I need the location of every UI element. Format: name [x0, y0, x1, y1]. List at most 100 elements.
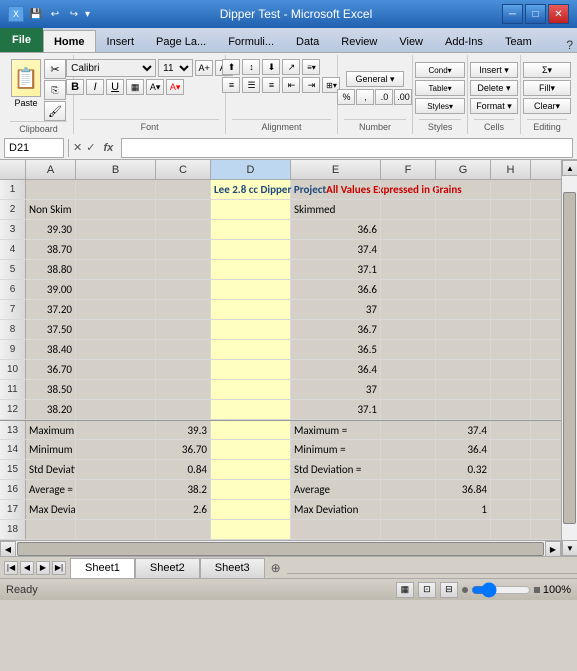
cell-d6[interactable] [211, 280, 291, 299]
cell-d1[interactable]: Lee 2.8 cc Dipper Project All Values Exp… [211, 180, 291, 199]
cell-c8[interactable] [156, 320, 211, 339]
cell-b12[interactable] [76, 400, 156, 419]
cell-e16[interactable]: Average [291, 480, 381, 499]
scroll-down-button[interactable]: ▼ [562, 540, 577, 556]
percent-button[interactable]: % [337, 89, 355, 105]
cell-h2[interactable] [491, 200, 531, 219]
cell-c4[interactable] [156, 240, 211, 259]
cell-d16[interactable] [211, 480, 291, 499]
cut-button[interactable]: ✂ [44, 59, 66, 79]
align-bottom-button[interactable]: ⬇ [262, 59, 280, 75]
vertical-scrollbar[interactable]: ▲ ▼ [561, 160, 577, 556]
cell-e12[interactable]: 37.1 [291, 400, 381, 419]
cell-d4[interactable] [211, 240, 291, 259]
col-header-e[interactable]: E [291, 160, 381, 179]
cell-g8[interactable] [436, 320, 491, 339]
copy-button[interactable]: ⎘ [44, 80, 66, 100]
first-sheet-button[interactable]: |◀ [4, 561, 18, 575]
tab-addins[interactable]: Add-Ins [434, 30, 494, 52]
cell-c11[interactable] [156, 380, 211, 399]
cell-h3[interactable] [491, 220, 531, 239]
cell-a7[interactable]: 37.20 [26, 300, 76, 319]
page-layout-view-button[interactable]: ⊡ [418, 582, 436, 598]
cell-b7[interactable] [76, 300, 156, 319]
cell-e7[interactable]: 37 [291, 300, 381, 319]
cell-b13[interactable] [76, 421, 156, 439]
cell-c15[interactable]: 0.84 [156, 460, 211, 479]
cell-c3[interactable] [156, 220, 211, 239]
cell-a10[interactable]: 36.70 [26, 360, 76, 379]
cell-g18[interactable] [436, 520, 491, 539]
cell-f6[interactable] [381, 280, 436, 299]
cell-c16[interactable]: 38.2 [156, 480, 211, 499]
cell-h8[interactable] [491, 320, 531, 339]
cell-h13[interactable] [491, 421, 531, 439]
cell-f1[interactable] [381, 180, 436, 199]
cell-f11[interactable] [381, 380, 436, 399]
cell-b16[interactable] [76, 480, 156, 499]
cell-b11[interactable] [76, 380, 156, 399]
decrease-indent-button[interactable]: ⇤ [282, 77, 300, 93]
tab-view[interactable]: View [388, 30, 434, 52]
cell-g17[interactable]: 1 [436, 500, 491, 519]
cell-g4[interactable] [436, 240, 491, 259]
col-header-a[interactable]: A [26, 160, 76, 179]
cell-d9[interactable] [211, 340, 291, 359]
redo-button[interactable]: ↪ [66, 7, 82, 21]
cell-c7[interactable] [156, 300, 211, 319]
h-scroll-thumb[interactable] [17, 542, 544, 556]
cell-h6[interactable] [491, 280, 531, 299]
format-button[interactable]: Format ▾ [470, 98, 518, 114]
cell-h4[interactable] [491, 240, 531, 259]
cell-b4[interactable] [76, 240, 156, 259]
tab-page-layout[interactable]: Page La... [145, 30, 217, 52]
cell-e14[interactable]: Minimum = [291, 440, 381, 459]
cell-c18[interactable] [156, 520, 211, 539]
cell-d14[interactable] [211, 440, 291, 459]
cell-e11[interactable]: 37 [291, 380, 381, 399]
scroll-right-button[interactable]: ▶ [545, 541, 561, 556]
cell-d2[interactable] [211, 200, 291, 219]
conditional-format-button[interactable]: Cond▾ [415, 62, 465, 78]
cell-g5[interactable] [436, 260, 491, 279]
italic-button[interactable]: I [86, 79, 104, 95]
undo-button[interactable]: ↩ [47, 7, 63, 21]
cell-f14[interactable] [381, 440, 436, 459]
scroll-up-button[interactable]: ▲ [562, 160, 577, 176]
cell-f12[interactable] [381, 400, 436, 419]
cell-b17[interactable] [76, 500, 156, 519]
cell-c2[interactable] [156, 200, 211, 219]
cell-h12[interactable] [491, 400, 531, 419]
cell-b15[interactable] [76, 460, 156, 479]
cell-h5[interactable] [491, 260, 531, 279]
last-sheet-button[interactable]: ▶| [52, 561, 66, 575]
cell-f2[interactable] [381, 200, 436, 219]
cell-a16[interactable]: Average = [26, 480, 76, 499]
cell-e4[interactable]: 37.4 [291, 240, 381, 259]
cell-d12[interactable] [211, 400, 291, 419]
tab-insert[interactable]: Insert [96, 30, 146, 52]
paste-button[interactable]: 📋 Paste [11, 59, 41, 108]
align-right-button[interactable]: ≡ [262, 77, 280, 93]
cell-e13[interactable]: Maximum = [291, 421, 381, 439]
clear-button[interactable]: Clear▾ [523, 98, 571, 114]
cell-f15[interactable] [381, 460, 436, 479]
col-header-h[interactable]: H [491, 160, 531, 179]
cell-styles-button[interactable]: Styles▾ [415, 98, 465, 114]
cell-d13[interactable] [211, 421, 291, 439]
cell-b5[interactable] [76, 260, 156, 279]
cell-c17[interactable]: 2.6 [156, 500, 211, 519]
cell-a2[interactable]: Non Skim [26, 200, 76, 219]
tab-team[interactable]: Team [494, 30, 543, 52]
cell-h15[interactable] [491, 460, 531, 479]
add-sheet-icon[interactable]: ⊕ [265, 561, 287, 575]
cell-c9[interactable] [156, 340, 211, 359]
sheet-tab-sheet3[interactable]: Sheet3 [200, 558, 265, 578]
minimize-button[interactable]: ─ [502, 4, 523, 24]
fill-button[interactable]: Fill▾ [523, 80, 571, 96]
comma-button[interactable]: , [356, 89, 374, 105]
align-top-button[interactable]: ⬆ [222, 59, 240, 75]
cell-d7[interactable] [211, 300, 291, 319]
cell-a5[interactable]: 38.80 [26, 260, 76, 279]
cell-h10[interactable] [491, 360, 531, 379]
